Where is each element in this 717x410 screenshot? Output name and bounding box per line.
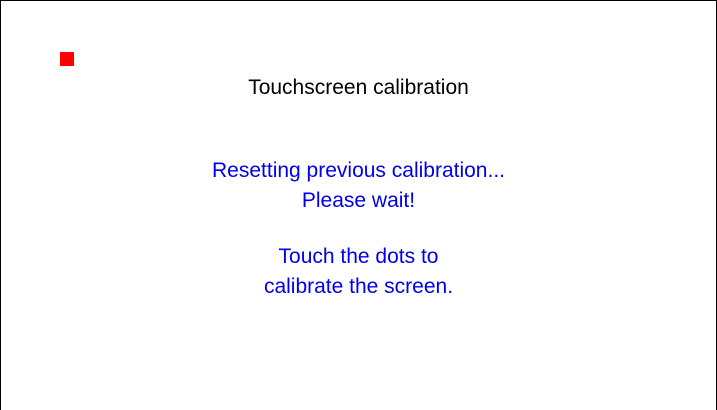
status-message: Resetting previous calibration... Please… [1, 156, 716, 216]
status-line-2: Please wait! [301, 189, 416, 212]
calibration-screen[interactable]: Touchscreen calibration Resetting previo… [0, 0, 717, 410]
instruction-line-2: calibrate the screen. [263, 275, 454, 298]
instruction-message: Touch the dots to calibrate the screen. [1, 242, 716, 302]
page-title: Touchscreen calibration [248, 76, 469, 99]
calibration-target-dot-icon[interactable] [60, 52, 74, 66]
status-line-1: Resetting previous calibration... [212, 159, 505, 182]
instruction-line-1: Touch the dots to [278, 245, 439, 268]
